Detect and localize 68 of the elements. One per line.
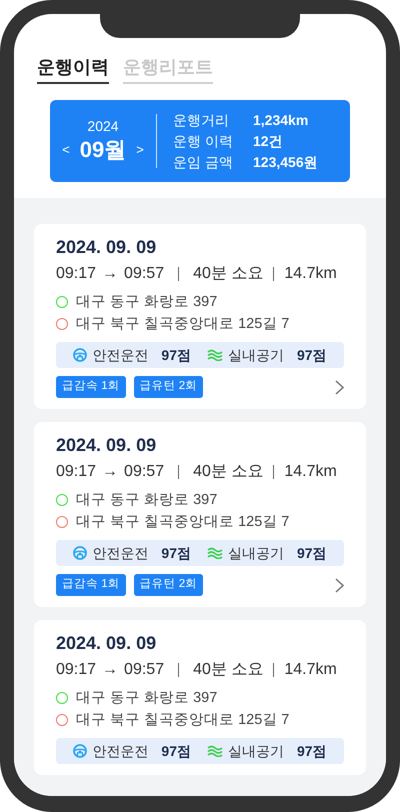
stat-value: 123,456원 [253,152,318,172]
location-address: 대구 동구 화랑로 397 [76,491,218,510]
chevron-right-icon[interactable] [335,578,344,592]
trip-card[interactable]: 2024. 09. 09 09:17 → 09:57 40분 소요 14.7km 대구 동구 화랑로 397 대구 북구 칠곡중앙대로 125길 7 안전운전 97점 실내공기 97점 급감속 1회 급유턴 2회 [34,422,366,607]
separator-line [178,663,180,677]
trip-card[interactable]: 2024. 09. 09 09:17 → 09:57 40분 소요 14.7km 대구 동구 화랑로 397 대구 북구 칠곡중앙대로 125길 7 안전운전 97점 실내공기 97점 급감속 1회 급유턴 2회 [34,224,366,409]
score-label: 실내공기 [228,346,284,364]
location-address: 대구 북구 칠곡중앙대로 125길 7 [76,513,290,532]
summary-month: 09월 [80,136,126,164]
wind-waves-icon [207,745,223,757]
trip-distance: 14.7km [284,660,337,680]
score-label: 실내공기 [228,742,284,760]
start-time: 09:17 [56,264,96,284]
arrow-glyph: → [102,462,118,482]
score-label: 안전운전 [92,544,148,562]
tab[interactable]: 운행이력 [37,54,109,84]
separator-line [273,465,274,479]
location-address: 대구 북구 칠곡중앙대로 125길 7 [76,315,290,334]
trip-date: 2024. 09. 09 [56,236,158,259]
event-tag: 급감속 1회 [56,376,126,398]
steering-wheel-icon [73,546,88,560]
score-label: 안전운전 [92,346,148,364]
score-label: 실내공기 [228,544,284,562]
trip-date: 2024. 09. 09 [56,632,158,655]
stat-label: 운행 이력 [173,132,234,150]
stat-label: 운행거리 [173,110,230,130]
end-time: 09:57 [124,660,164,680]
next-month-button[interactable]: > [136,140,144,160]
arrow-glyph: → [102,264,118,284]
trip-card[interactable]: 2024. 09. 09 09:17 → 09:57 40분 소요 14.7km 대구 동구 화랑로 397 대구 북구 칠곡중앙대로 125길 7 안전운전 97점 실내공기 97점 [34,620,366,775]
steering-wheel-icon [73,348,88,362]
score-label: 안전운전 [92,742,148,760]
trip-date: 2024. 09. 09 [56,434,158,457]
summary-year: 2024 [87,117,119,135]
trip-distance: 14.7km [284,264,337,284]
trip-distance: 14.7km [284,462,337,482]
arrow-glyph: → [102,660,118,680]
wind-waves-icon [207,547,223,559]
score-value: 97점 [297,346,327,364]
stat-value: 12건 [253,132,283,150]
event-tag: 급유턴 2회 [134,574,204,596]
wind-waves-icon [207,349,223,361]
score-value: 97점 [297,544,327,562]
separator-line [178,465,180,479]
previous-month-button[interactable]: < [62,140,70,160]
score-value: 97점 [297,742,327,760]
separator-line [178,267,180,281]
trip-duration: 40분 소요 [193,462,264,482]
event-tag: 급유턴 2회 [134,376,204,398]
trip-duration: 40분 소요 [193,264,264,284]
location-address: 대구 북구 칠곡중앙대로 125길 7 [76,711,290,730]
stat-label: 운임 금액 [173,152,234,172]
chevron-right-icon[interactable] [335,380,344,394]
end-time: 09:57 [124,264,164,284]
steering-wheel-icon [73,744,88,758]
trip-duration: 40분 소요 [193,660,264,680]
score-value: 97점 [161,742,191,760]
location-address: 대구 동구 화랑로 397 [76,689,218,708]
score-value: 97점 [161,346,191,364]
event-tag: 급감속 1회 [56,574,126,596]
score-value: 97점 [161,544,191,562]
start-time: 09:17 [56,462,96,482]
separator-line [273,267,274,281]
start-time: 09:17 [56,660,96,680]
end-time: 09:57 [124,462,164,482]
separator-line [273,663,274,677]
stat-value: 1,234km [253,110,308,130]
location-address: 대구 동구 화랑로 397 [76,293,218,312]
